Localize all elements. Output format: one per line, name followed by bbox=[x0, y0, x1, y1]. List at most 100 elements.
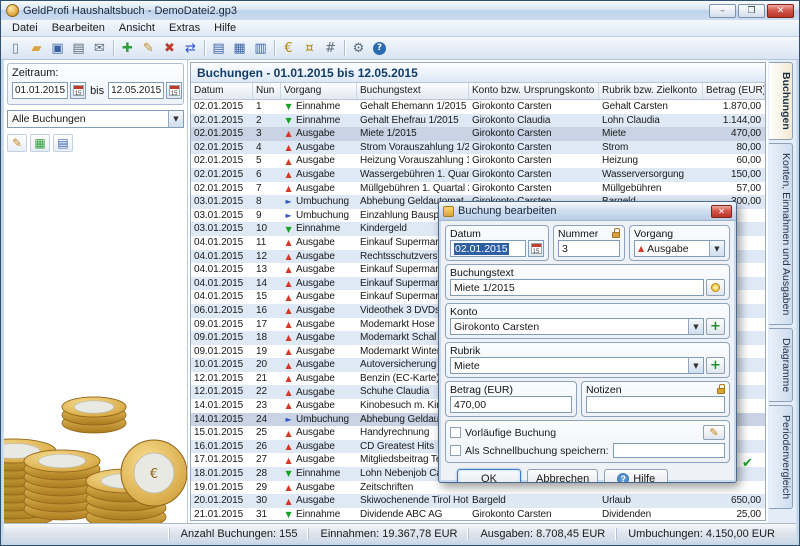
column-header-5[interactable]: Rubrik bzw. Zielkonto bbox=[599, 83, 703, 99]
budget-button[interactable]: ¤ bbox=[299, 38, 320, 58]
settings-button[interactable]: ⚙ bbox=[348, 38, 369, 58]
cell-vorgang: ▲Ausgabe bbox=[281, 168, 357, 182]
schnellbuchung-checkbox[interactable] bbox=[450, 445, 461, 456]
table-row[interactable]: 21.01.201531▼EinnahmeDividende ABC AGGir… bbox=[191, 508, 765, 520]
datum-picker-button[interactable]: 15 bbox=[528, 240, 544, 257]
ok-button[interactable]: OK bbox=[457, 469, 521, 483]
cell-vorgang: ▲Ausgabe bbox=[281, 372, 357, 386]
table-row[interactable]: 02.01.20151▼EinnahmeGehalt Ehemann 1/201… bbox=[191, 100, 765, 114]
cell-vorgang: ▲Ausgabe bbox=[281, 141, 357, 155]
column-header-2[interactable]: Vorgang bbox=[281, 83, 357, 99]
new-file-button[interactable]: ▯ bbox=[5, 38, 26, 58]
edit-booking-button[interactable]: ✎ bbox=[138, 38, 159, 58]
edit-filter-button[interactable]: ✎ bbox=[7, 134, 27, 152]
dialog-close-button[interactable]: ✕ bbox=[711, 205, 732, 218]
menu-ansicht[interactable]: Ansicht bbox=[112, 21, 162, 35]
suggestion-button[interactable] bbox=[706, 279, 725, 296]
menu-bearbeiten[interactable]: Bearbeiten bbox=[45, 21, 112, 35]
booking-filter-select[interactable]: Alle Buchungen ▼ bbox=[7, 110, 184, 128]
help-button[interactable]: ? bbox=[369, 38, 390, 58]
maximize-button[interactable]: ❐ bbox=[738, 4, 765, 18]
date-to-input[interactable]: 12.05.2015 bbox=[108, 82, 164, 99]
rubrik-select[interactable]: Miete ▼ bbox=[450, 357, 704, 374]
cell-datum: 02.01.2015 bbox=[191, 168, 253, 182]
print-button[interactable]: ▤ bbox=[68, 38, 89, 58]
date-from-picker-button[interactable]: 15 bbox=[70, 82, 86, 99]
vorgang-select[interactable]: ▲ Ausgabe ▼ bbox=[634, 240, 725, 257]
table-row[interactable]: 02.01.20157▲AusgabeMüllgebühren 1. Quart… bbox=[191, 182, 765, 196]
tab-periodenvergleich[interactable]: Periodenvergleich bbox=[769, 405, 793, 509]
toolbar-separator bbox=[204, 40, 205, 56]
minimize-button[interactable]: – bbox=[709, 4, 736, 18]
table-row[interactable]: 20.01.201530▲AusgabeSkiwochenende Tirol … bbox=[191, 494, 765, 508]
status-einnahmen: Einnahmen: 19.367,78 EUR bbox=[308, 528, 468, 540]
column-header-1[interactable]: Nun bbox=[253, 83, 281, 99]
column-header-6[interactable]: Betrag (EUR) bbox=[703, 83, 765, 99]
table-row[interactable]: 02.01.20152▼EinnahmeGehalt Ehefrau 1/201… bbox=[191, 114, 765, 128]
cell-nummer: 28 bbox=[253, 467, 281, 481]
cell-rubrik: Gehalt Carsten bbox=[599, 100, 703, 114]
transfer-booking-button[interactable]: ⇄ bbox=[180, 38, 201, 58]
ausgabe-arrow-icon: ▲ bbox=[284, 238, 293, 247]
ausgabe-arrow-icon: ▲ bbox=[284, 320, 293, 329]
tab-buchungen[interactable]: Buchungen bbox=[769, 62, 793, 140]
euro-coins-image: € bbox=[4, 273, 188, 523]
vorgang-label: Einnahme bbox=[296, 222, 340, 236]
menu-datei[interactable]: Datei bbox=[5, 21, 45, 35]
notizen-input[interactable] bbox=[586, 396, 725, 413]
cell-datum: 02.01.2015 bbox=[191, 100, 253, 114]
buchungstext-input[interactable]: Miete 1/2015 bbox=[450, 279, 704, 296]
notizen-group: Notizen bbox=[581, 381, 730, 417]
cancel-button[interactable]: Abbrechen bbox=[527, 469, 598, 483]
calculator-button[interactable]: # bbox=[320, 38, 341, 58]
main-toolbar: ▯▰▣▤✉✚✎✖⇄▤▦▥€¤#⚙? bbox=[1, 37, 799, 60]
vorlaeufig-checkbox[interactable] bbox=[450, 427, 461, 438]
ausgabe-arrow-icon: ▲ bbox=[284, 456, 293, 465]
export-table-icon: ▦ bbox=[34, 136, 45, 150]
help-button[interactable]: ? Hilfe bbox=[604, 469, 668, 483]
add-rubrik-button[interactable]: + bbox=[706, 357, 725, 374]
save-button[interactable]: ▣ bbox=[47, 38, 68, 58]
table-row[interactable]: 02.01.20153▲AusgabeMiete 1/2015Girokonto… bbox=[191, 127, 765, 141]
chevron-down-icon: ▼ bbox=[709, 241, 724, 256]
open-file-button[interactable]: ▰ bbox=[26, 38, 47, 58]
export-table-button[interactable]: ▦ bbox=[30, 134, 50, 152]
close-button[interactable]: ✕ bbox=[767, 4, 794, 18]
konto-select[interactable]: Girokonto Carsten ▼ bbox=[450, 318, 704, 335]
bookings-list-button[interactable]: ▤ bbox=[208, 38, 229, 58]
menu-extras[interactable]: Extras bbox=[162, 21, 207, 35]
date-from-input[interactable]: 01.01.2015 bbox=[12, 82, 68, 99]
edit-schnellbuchung-button[interactable]: ✎ bbox=[703, 425, 725, 440]
print-table-button[interactable]: ▤ bbox=[53, 134, 73, 152]
datum-input[interactable]: 02.01.2015 bbox=[450, 240, 526, 257]
tab-konten-einnahmen-und-ausgaben[interactable]: Konten, Einnahmen und Ausgaben bbox=[769, 143, 793, 325]
cell-nummer: 7 bbox=[253, 182, 281, 196]
betrag-input[interactable]: 470,00 bbox=[450, 396, 572, 413]
cell-vorgang: ▲Ausgabe bbox=[281, 426, 357, 440]
toolbar-separator bbox=[274, 40, 275, 56]
send-mail-button[interactable]: ✉ bbox=[89, 38, 110, 58]
menu-hilfe[interactable]: Hilfe bbox=[207, 21, 243, 35]
delete-booking-button[interactable]: ✖ bbox=[159, 38, 180, 58]
table-row[interactable]: 02.01.20155▲AusgabeHeizung Vorauszahlung… bbox=[191, 154, 765, 168]
schnellbuchung-name-input[interactable] bbox=[613, 443, 725, 458]
help-icon: ? bbox=[617, 473, 629, 483]
calendar-view-button[interactable]: ▦ bbox=[229, 38, 250, 58]
ausgabe-arrow-icon: ▲ bbox=[284, 265, 293, 274]
chart-view-button[interactable]: ▥ bbox=[250, 38, 271, 58]
column-header-7[interactable]: V bbox=[765, 83, 766, 99]
column-header-0[interactable]: Datum bbox=[191, 83, 253, 99]
nummer-input[interactable]: 3 bbox=[558, 240, 620, 257]
column-header-3[interactable]: Buchungstext bbox=[357, 83, 469, 99]
date-to-picker-button[interactable]: 15 bbox=[166, 82, 182, 99]
table-row[interactable]: 02.01.20154▲AusgabeStrom Vorauszahlung 1… bbox=[191, 141, 765, 155]
tab-diagramme[interactable]: Diagramme bbox=[769, 328, 793, 402]
cell-datum: 16.01.2015 bbox=[191, 440, 253, 454]
add-konto-button[interactable]: + bbox=[706, 318, 725, 335]
table-row[interactable]: 02.01.20156▲AusgabeWassergebühren 1. Qua… bbox=[191, 168, 765, 182]
new-booking-button[interactable]: ✚ bbox=[117, 38, 138, 58]
coins-button[interactable]: € bbox=[278, 38, 299, 58]
cell-vorgang: ▲Ausgabe bbox=[281, 358, 357, 372]
cell-datum: 02.01.2015 bbox=[191, 154, 253, 168]
column-header-4[interactable]: Konto bzw. Ursprungskonto bbox=[469, 83, 599, 99]
